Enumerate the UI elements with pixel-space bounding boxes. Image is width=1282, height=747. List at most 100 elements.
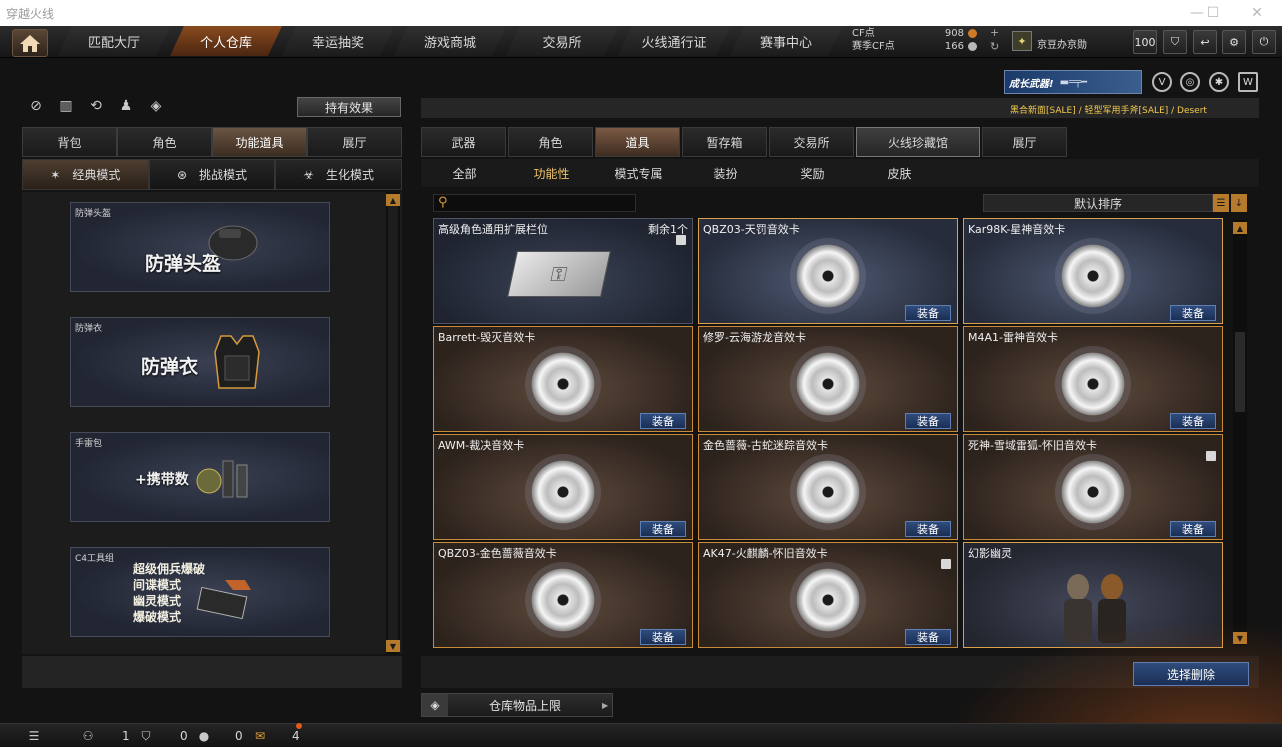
nav-tab-events[interactable]: 赛事中心 bbox=[730, 26, 842, 56]
settings-gear-icon[interactable]: ⚙ bbox=[1222, 30, 1246, 54]
item-card[interactable]: 高级角色通用扩展栏位 剩余1个 ⚿ bbox=[433, 218, 693, 324]
mode-classic[interactable]: ✶ 经典模式 bbox=[22, 159, 149, 190]
item-card[interactable]: M4A1-雷神音效卡 装备 bbox=[963, 326, 1223, 432]
item-card[interactable]: Barrett-毁灭音效卡 装备 bbox=[433, 326, 693, 432]
item-card[interactable]: AWM-裁决音效卡 装备 bbox=[433, 434, 693, 540]
growth-weapon-banner[interactable]: 成长武器! ▬═╤━ bbox=[1004, 70, 1142, 94]
lock-icon bbox=[1206, 451, 1216, 461]
equip-button[interactable]: 装备 bbox=[1170, 305, 1216, 321]
badge-globe-icon[interactable]: ◎ bbox=[1180, 72, 1200, 92]
shield-button-icon[interactable]: ⛉ bbox=[1163, 30, 1187, 54]
promo-text: 成长武器! bbox=[1009, 78, 1054, 90]
return-icon[interactable]: ↩ bbox=[1193, 30, 1217, 54]
equip-button[interactable]: 装备 bbox=[640, 413, 686, 429]
left-tab-backpack[interactable]: 背包 bbox=[22, 127, 117, 157]
scroll-up-icon[interactable]: ▲ bbox=[1233, 222, 1247, 234]
chat-bubble-icon[interactable]: ● bbox=[196, 728, 212, 744]
left-tab-items[interactable]: 功能道具 bbox=[212, 127, 307, 157]
menu-list-icon[interactable]: ☰ bbox=[26, 728, 42, 744]
holding-effect-button[interactable]: 持有效果 bbox=[297, 97, 401, 117]
nav-tab-shop[interactable]: 游戏商城 bbox=[394, 26, 506, 56]
equip-button[interactable]: 装备 bbox=[640, 521, 686, 537]
subtab-rewards[interactable]: 奖励 bbox=[769, 159, 856, 187]
subtab-dressup[interactable]: 装扮 bbox=[682, 159, 769, 187]
nav-tab-lottery[interactable]: 幸运抽奖 bbox=[282, 26, 394, 56]
tab-characters[interactable]: 角色 bbox=[508, 127, 593, 157]
right-scrollbar[interactable]: ▲ ▼ bbox=[1233, 220, 1247, 646]
tab-items[interactable]: 道具 bbox=[595, 127, 680, 157]
equip-button[interactable]: 装备 bbox=[1170, 521, 1216, 537]
item-card[interactable]: Kar98K-星神音效卡 装备 bbox=[963, 218, 1223, 324]
equip-button[interactable]: 装备 bbox=[640, 629, 686, 645]
item-search-input[interactable]: ⚲ bbox=[433, 194, 636, 212]
sale-marquee[interactable]: 黑合新面[SALE] / 轻型军用手斧[SALE] / Desert bbox=[1010, 103, 1207, 116]
item-card[interactable]: 金色蔷薇-古蛇迷踪音效卡 装备 bbox=[698, 434, 958, 540]
nav-tab-exchange[interactable]: 交易所 bbox=[506, 26, 618, 56]
tab-collection[interactable]: 火线珍藏馆 bbox=[856, 127, 980, 157]
toggle-off-icon[interactable]: ⊘ bbox=[26, 98, 46, 116]
left-tab-character[interactable]: 角色 bbox=[117, 127, 212, 157]
badge-w-icon[interactable]: W bbox=[1238, 72, 1258, 92]
mode-zombie[interactable]: ☣ 生化模式 bbox=[275, 159, 403, 190]
scroll-thumb[interactable] bbox=[1235, 332, 1245, 412]
mode-challenge[interactable]: ⊛ 挑战模式 bbox=[148, 159, 276, 190]
sort-dropdown[interactable]: 默认排序 bbox=[983, 194, 1213, 212]
tab-storage[interactable]: 暂存箱 bbox=[682, 127, 767, 157]
left-tab-showroom[interactable]: 展厅 bbox=[307, 127, 402, 157]
equip-button[interactable]: 装备 bbox=[905, 413, 951, 429]
item-grid: 高级角色通用扩展栏位 剩余1个 ⚿ QBZ03-天罚音效卡 装备 Kar98K-星神音效卡… bbox=[431, 218, 1225, 648]
slot-body-armor[interactable]: 防弹衣 防弹衣 bbox=[70, 317, 330, 407]
item-card[interactable]: AK47-火麒麟-怀旧音效卡 装备 bbox=[698, 542, 958, 648]
slot-helmet[interactable]: 防弹头盔 防弹头盔 bbox=[70, 202, 330, 292]
left-scrollbar[interactable]: ▲ ▼ bbox=[386, 192, 400, 654]
shield-status-icon[interactable]: ⛉ bbox=[138, 728, 154, 744]
equip-button[interactable]: 装备 bbox=[1170, 413, 1216, 429]
warehouse-tabs: 武器 角色 道具 暂存箱 交易所 火线珍藏馆 展厅 bbox=[421, 127, 1067, 157]
scroll-down-icon[interactable]: ▼ bbox=[1233, 632, 1247, 644]
subtab-functional[interactable]: 功能性 bbox=[508, 159, 595, 187]
nav-tab-warehouse[interactable]: 个人仓库 bbox=[170, 26, 282, 56]
slot-c4-kit[interactable]: C4工具组 超级佣兵爆破 间谍模式 幽灵模式 爆破模式 bbox=[70, 547, 330, 637]
tab-showroom[interactable]: 展厅 bbox=[982, 127, 1067, 157]
equip-button[interactable]: 装备 bbox=[905, 629, 951, 645]
badge-star-icon[interactable]: ✱ bbox=[1209, 72, 1229, 92]
subtab-skins[interactable]: 皮肤 bbox=[856, 159, 943, 187]
power-icon[interactable]: ⏻ bbox=[1252, 30, 1276, 54]
character-icon[interactable]: ♟ bbox=[116, 98, 136, 116]
warehouse-capacity-button[interactable]: ◈ 仓库物品上限 ▶ bbox=[421, 693, 613, 717]
badge-v-icon[interactable]: V bbox=[1152, 72, 1172, 92]
item-card[interactable]: 幻影幽灵 bbox=[963, 542, 1223, 648]
item-card[interactable]: QBZ03-金色蔷薇音效卡 装备 bbox=[433, 542, 693, 648]
stats-icon[interactable]: ▥ bbox=[56, 98, 76, 116]
nav-tab-pass[interactable]: 火线通行证 bbox=[618, 26, 730, 56]
item-card[interactable]: 修罗-云海游龙音效卡 装备 bbox=[698, 326, 958, 432]
select-delete-button[interactable]: 选择删除 bbox=[1133, 662, 1249, 686]
equip-button[interactable]: 装备 bbox=[905, 305, 951, 321]
list-view-icon[interactable]: ☰ bbox=[1213, 194, 1229, 212]
scroll-thumb[interactable] bbox=[388, 206, 398, 640]
nav-tab-match-lobby[interactable]: 匹配大厅 bbox=[58, 26, 170, 56]
slot-grenade-pack[interactable]: 手雷包 +携带数 bbox=[70, 432, 330, 522]
subtab-all[interactable]: 全部 bbox=[421, 159, 508, 187]
tab-exchange[interactable]: 交易所 bbox=[769, 127, 854, 157]
grenade-icon[interactable]: ◈ bbox=[146, 98, 166, 116]
scroll-down-icon[interactable]: ▼ bbox=[386, 640, 400, 652]
close-icon[interactable]: ✕ bbox=[1240, 0, 1274, 26]
sound-disc-icon bbox=[796, 460, 860, 525]
history-icon[interactable]: ⟲ bbox=[86, 98, 106, 116]
gift-icon[interactable]: ✉ bbox=[252, 728, 268, 744]
subtab-mode-exclusive[interactable]: 模式专属 bbox=[595, 159, 682, 187]
add-cf-icon[interactable]: + bbox=[990, 26, 999, 39]
home-button[interactable] bbox=[12, 29, 48, 57]
item-card[interactable]: QBZ03-天罚音效卡 装备 bbox=[698, 218, 958, 324]
level-badge[interactable]: 100 bbox=[1133, 30, 1157, 54]
sort-desc-icon[interactable]: ↓ bbox=[1231, 194, 1247, 212]
tab-weapons[interactable]: 武器 bbox=[421, 127, 506, 157]
item-card[interactable]: 死神-雪域雷狐-怀旧音效卡 装备 bbox=[963, 434, 1223, 540]
equip-button[interactable]: 装备 bbox=[905, 521, 951, 537]
maximize-icon[interactable]: ☐ bbox=[1196, 0, 1230, 26]
scroll-up-icon[interactable]: ▲ bbox=[386, 194, 400, 206]
mode-label: 挑战模式 bbox=[199, 168, 248, 182]
friends-icon[interactable]: ⚇ bbox=[80, 728, 96, 744]
refresh-icon[interactable]: ↻ bbox=[990, 40, 999, 53]
